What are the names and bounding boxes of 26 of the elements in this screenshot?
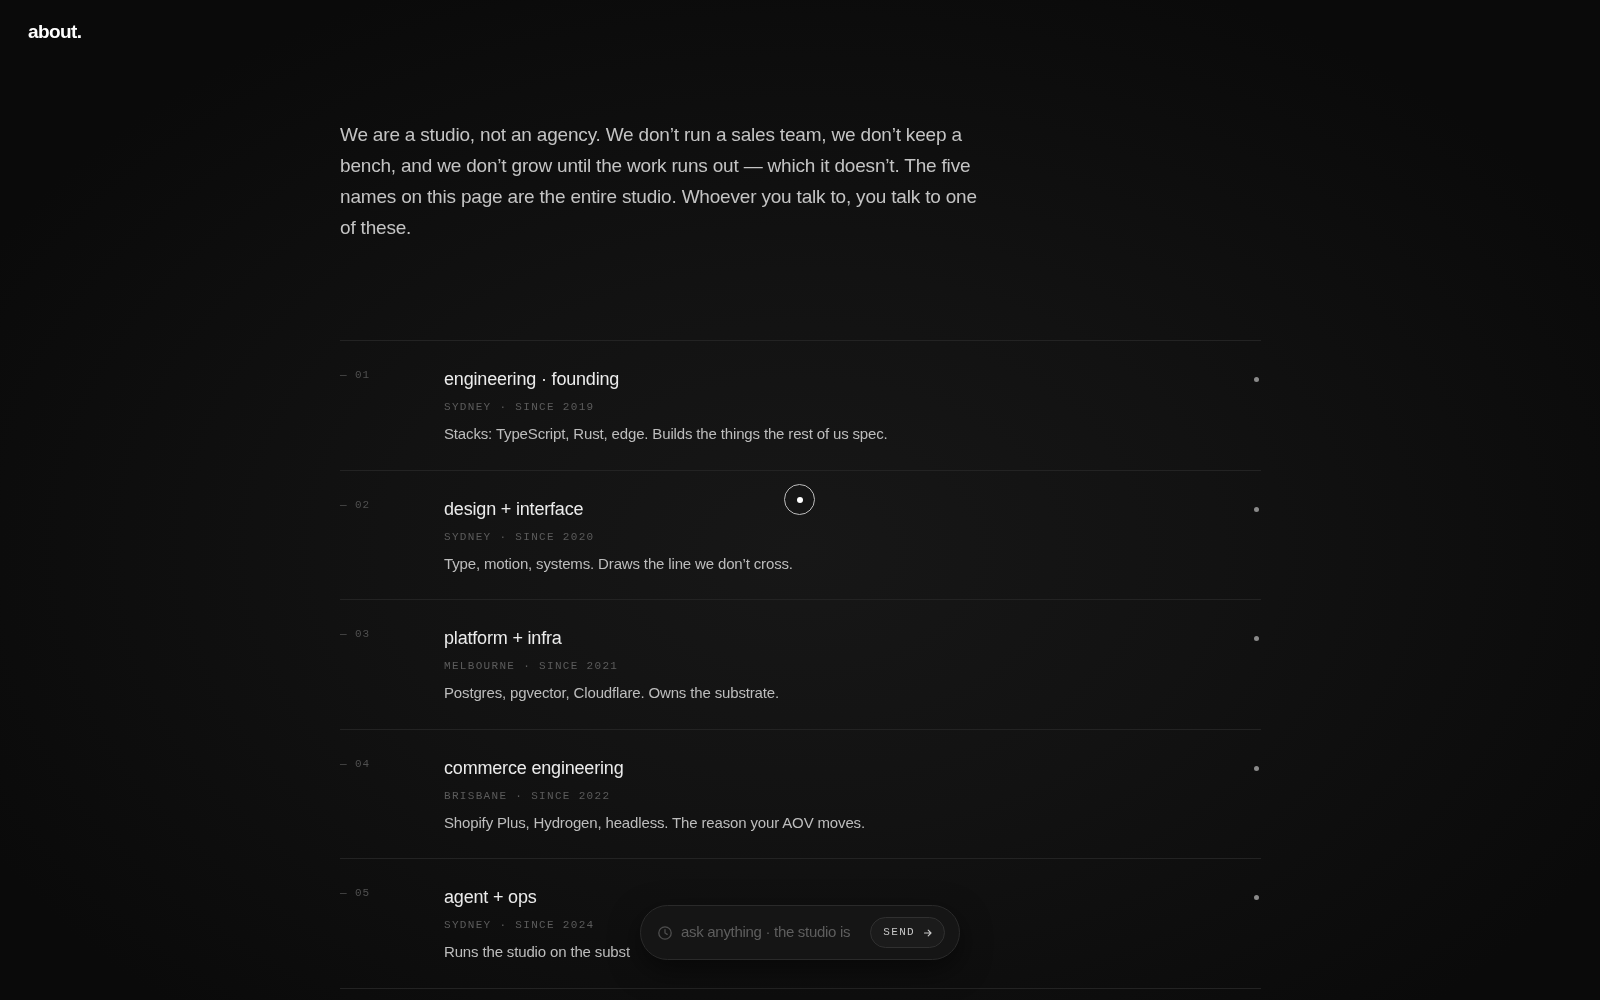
member-description: Stacks: TypeScript, Rust, edge. Builds the things the rest of us spec. [444,424,888,444]
member-description: Runs the studio on the subst [444,942,630,963]
chat-input[interactable]: ask anything · the studio is [681,921,861,944]
member-meta: MELBOURNE · SINCE 2021 [444,659,619,675]
member-title: design + interface [444,497,584,521]
row-number: — 03 [340,627,371,643]
member-description: Type, motion, systems. Draws the line we don’t cross. [444,553,793,574]
arrow-right-icon [924,928,932,937]
member-meta: SYDNEY · SINCE 2024 [444,918,595,934]
row-number: — 01 [340,368,371,383]
intro-paragraph: We are a studio, not an agency. We don’t run a sales team, we don’t keep a bench, and we don’t grow until the work runs out — which it doesn’t. The five names on this page are the entire studio. Whoever you talk to, you talk to one of these. [340,123,978,240]
send-button[interactable]: SEND [870,917,945,948]
member-title: agent + ops [444,886,537,910]
member-meta: SYDNEY · SINCE 2020 [444,529,595,545]
member-title: platform + infra [444,627,562,651]
member-description: Postgres, pgvector, Cloudflare. Owns the substrate. [444,683,780,704]
row-number: — 05 [340,886,371,902]
member-title: engineering · founding [444,368,620,391]
member-title: commerce engineering [444,756,624,780]
member-meta: SYDNEY · SINCE 2019 [444,400,595,415]
clock-icon [658,925,672,940]
row-number: — 04 [340,756,371,772]
logo[interactable]: about. [28,20,82,44]
member-description: Shopify Plus, Hydrogen, headless. The reason your AOV moves. [444,812,865,833]
row-number: — 02 [340,497,371,513]
member-meta: BRISBANE · SINCE 2022 [444,788,611,804]
